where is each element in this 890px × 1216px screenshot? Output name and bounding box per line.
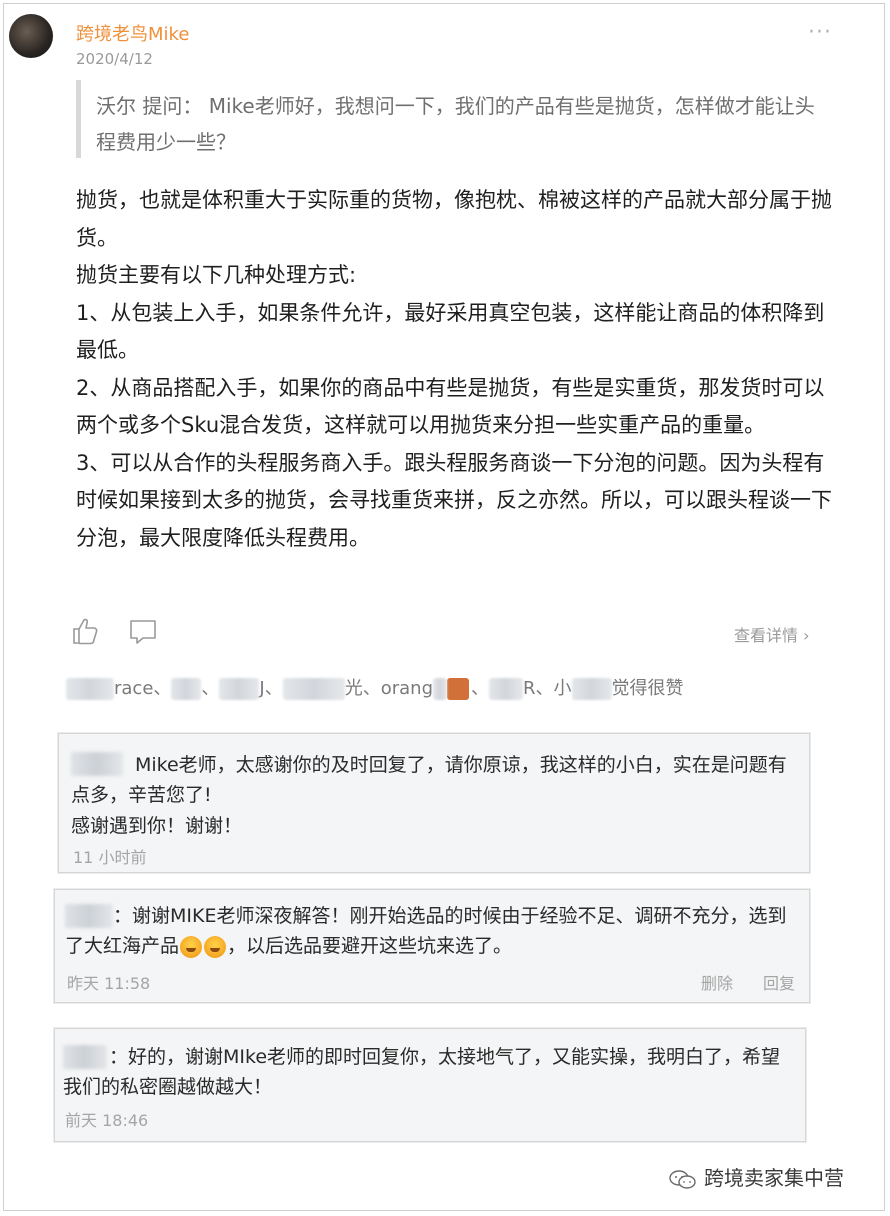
- comment-text: ：好的，谢谢MIke老师的即时回复你，太接地气了，又能实操，我明白了，希望我们的…: [63, 1046, 781, 1098]
- blurred-name: [571, 678, 612, 700]
- blurred-name: [171, 678, 202, 700]
- post-date: 2020/4/12: [76, 50, 153, 68]
- author-avatar[interactable]: [9, 14, 53, 58]
- comment-text-part: ，以后选品要避开这些坑来选了。: [227, 935, 513, 957]
- blurred-avatar: [447, 678, 469, 700]
- comment-time: 11 小时前: [73, 848, 147, 867]
- answer-line: 抛货，也就是体积重大于实际重的货物，像抱枕、棉被这样的产品就大部分属于抛货。: [76, 188, 832, 250]
- blurred-name: [66, 678, 114, 700]
- account-watermark: 跨境卖家集中营: [668, 1162, 844, 1191]
- liker-fragment[interactable]: 、: [201, 678, 219, 699]
- reply-button[interactable]: 回复: [763, 970, 795, 994]
- wechat-icon: [669, 1169, 696, 1189]
- comment-text: Mike老师，太感谢你的及时回复了，请你原谅，我这样的小白，实在是问题有点多，辛…: [71, 754, 787, 806]
- delete-button[interactable]: 删除: [701, 970, 733, 994]
- liker-fragment[interactable]: 光、orang: [345, 678, 433, 699]
- likes-suffix: 觉得很赞: [611, 678, 684, 699]
- blurred-name: [282, 678, 345, 700]
- comment-icon[interactable]: [128, 617, 158, 647]
- comment-time: 前天 18:46: [65, 1111, 149, 1130]
- comment-card: Mike老师，太感谢你的及时回复了，请你原谅，我这样的小白，实在是问题有点多，辛…: [58, 733, 810, 873]
- comment-text: 感谢遇到你！谢谢！: [71, 815, 243, 837]
- author-name[interactable]: 跨境老鸟Mike: [76, 20, 189, 46]
- likers-list: race、 、 J、 光、orang 、 R、小 觉得很赞: [66, 674, 684, 700]
- comment-text: ：谢谢MIKE老师深夜解答！刚开始选品的时候由于经验不足、调研不充分，选到了大红…: [65, 901, 795, 961]
- question-quote: 沃尔 提问： Mike老师好，我想问一下，我们的产品有些是抛货，怎样做才能让头程…: [76, 80, 841, 158]
- liker-fragment[interactable]: race、: [114, 678, 171, 699]
- blurred-name: [433, 678, 447, 700]
- comment-time: 昨天 11:58: [67, 974, 151, 993]
- answer-line: 3、可以从合作的头程服务商入手。跟头程服务商谈一下分泡的问题。因为头程有时候如果…: [76, 450, 832, 550]
- comment-card: ：好的，谢谢MIke老师的即时回复你，太接地气了，又能实操，我明白了，希望我们的…: [54, 1028, 806, 1142]
- account-name: 跨境卖家集中营: [704, 1166, 844, 1190]
- blurred-name: [219, 678, 260, 700]
- answer-line: 抛货主要有以下几种处理方式:: [76, 263, 357, 287]
- crying-laughing-emoji-icon: [204, 935, 227, 958]
- more-options-icon[interactable]: ···: [808, 20, 832, 45]
- liker-fragment[interactable]: J、: [259, 678, 282, 699]
- answer-line: 2、从商品搭配入手，如果你的商品中有些是抛货，有些是实重货，那发货时可以两个或多…: [76, 375, 825, 438]
- comment-card: ：谢谢MIKE老师深夜解答！刚开始选品的时候由于经验不足、调研不充分，选到了大红…: [54, 889, 810, 1003]
- blurred-name: [489, 678, 523, 700]
- thumbs-up-icon[interactable]: [70, 616, 100, 646]
- view-details-link[interactable]: 查看详情 ›: [734, 622, 810, 646]
- answer-body: 抛货，也就是体积重大于实际重的货物，像抱枕、棉被这样的产品就大部分属于抛货。 抛…: [76, 182, 842, 557]
- answer-line: 1、从包装上入手，如果条件允许，最好采用真空包装，这样能让商品的体积降到最低。: [76, 300, 825, 363]
- question-text: 沃尔 提问： Mike老师好，我想问一下，我们的产品有些是抛货，怎样做才能让头程…: [96, 94, 815, 154]
- crying-laughing-emoji-icon: [180, 935, 203, 958]
- liker-fragment[interactable]: 、: [471, 678, 489, 699]
- liker-fragment[interactable]: R、小: [523, 678, 572, 699]
